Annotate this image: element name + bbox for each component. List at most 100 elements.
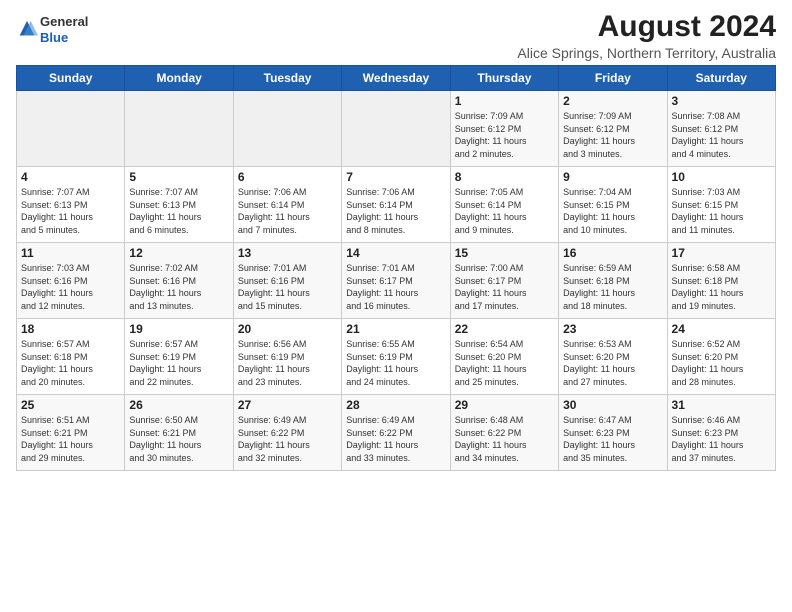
day-info: Sunrise: 6:49 AM Sunset: 6:22 PM Dayligh… [238, 414, 337, 464]
day-info: Sunrise: 7:07 AM Sunset: 6:13 PM Dayligh… [21, 186, 120, 236]
day-info: Sunrise: 7:01 AM Sunset: 6:16 PM Dayligh… [238, 262, 337, 312]
day-info: Sunrise: 7:06 AM Sunset: 6:14 PM Dayligh… [238, 186, 337, 236]
day-info: Sunrise: 7:01 AM Sunset: 6:17 PM Dayligh… [346, 262, 445, 312]
header: General Blue August 2024 Alice Springs, … [16, 10, 776, 61]
calendar-row: 18Sunrise: 6:57 AM Sunset: 6:18 PM Dayli… [17, 319, 776, 395]
header-cell-sunday: Sunday [17, 66, 125, 91]
calendar-cell: 25 Sunrise: 6:51 AM Sunset: 6:21 PM Dayli… [17, 395, 125, 471]
calendar-cell: 14 Sunrise: 7:01 AM Sunset: 6:17 PM Dayli… [342, 243, 450, 319]
calendar-cell: 9Sunrise: 7:04 AM Sunset: 6:15 PM Daylig… [559, 167, 667, 243]
header-cell-saturday: Saturday [667, 66, 775, 91]
calendar-table: SundayMondayTuesdayWednesdayThursdayFrid… [16, 65, 776, 471]
day-number: 14 [346, 246, 445, 260]
day-number: 19 [129, 322, 228, 336]
calendar-row: 25 Sunrise: 6:51 AM Sunset: 6:21 PM Dayli… [17, 395, 776, 471]
day-info: Sunrise: 7:00 AM Sunset: 6:17 PM Dayligh… [455, 262, 554, 312]
day-info: Sunrise: 6:46 AM Sunset: 6:23 PM Dayligh… [672, 414, 771, 464]
calendar-body: 1 Sunrise: 7:09 AM Sunset: 6:12 PM Daylig… [17, 91, 776, 471]
day-number: 1 [455, 94, 554, 108]
calendar-cell: 23 Sunrise: 6:53 AM Sunset: 6:20 PM Dayli… [559, 319, 667, 395]
day-info: Sunrise: 6:57 AM Sunset: 6:19 PM Dayligh… [129, 338, 228, 388]
calendar-cell: 19 Sunrise: 6:57 AM Sunset: 6:19 PM Dayli… [125, 319, 233, 395]
day-number: 23 [563, 322, 662, 336]
calendar-cell: 21Sunrise: 6:55 AM Sunset: 6:19 PM Dayli… [342, 319, 450, 395]
calendar-cell: 20 Sunrise: 6:56 AM Sunset: 6:19 PM Dayli… [233, 319, 341, 395]
day-number: 31 [672, 398, 771, 412]
day-number: 28 [346, 398, 445, 412]
day-number: 30 [563, 398, 662, 412]
calendar-header: SundayMondayTuesdayWednesdayThursdayFrid… [17, 66, 776, 91]
day-info: Sunrise: 6:53 AM Sunset: 6:20 PM Dayligh… [563, 338, 662, 388]
calendar-cell: 16 Sunrise: 6:59 AM Sunset: 6:18 PM Dayli… [559, 243, 667, 319]
calendar-cell: 11Sunrise: 7:03 AM Sunset: 6:16 PM Dayli… [17, 243, 125, 319]
calendar-cell: 31 Sunrise: 6:46 AM Sunset: 6:23 PM Dayli… [667, 395, 775, 471]
day-info: Sunrise: 7:07 AM Sunset: 6:13 PM Dayligh… [129, 186, 228, 236]
logo: General Blue [16, 14, 88, 45]
calendar-row: 11Sunrise: 7:03 AM Sunset: 6:16 PM Dayli… [17, 243, 776, 319]
day-info: Sunrise: 6:52 AM Sunset: 6:20 PM Dayligh… [672, 338, 771, 388]
calendar-cell: 8Sunrise: 7:05 AM Sunset: 6:14 PM Daylig… [450, 167, 558, 243]
calendar-cell: 7Sunrise: 7:06 AM Sunset: 6:14 PM Daylig… [342, 167, 450, 243]
calendar-cell [17, 91, 125, 167]
day-number: 25 [21, 398, 120, 412]
day-number: 10 [672, 170, 771, 184]
day-info: Sunrise: 6:48 AM Sunset: 6:22 PM Dayligh… [455, 414, 554, 464]
day-info: Sunrise: 7:03 AM Sunset: 6:16 PM Dayligh… [21, 262, 120, 312]
header-cell-wednesday: Wednesday [342, 66, 450, 91]
calendar-cell: 4Sunrise: 7:07 AM Sunset: 6:13 PM Daylig… [17, 167, 125, 243]
day-info: Sunrise: 6:49 AM Sunset: 6:22 PM Dayligh… [346, 414, 445, 464]
calendar-cell: 24 Sunrise: 6:52 AM Sunset: 6:20 PM Dayli… [667, 319, 775, 395]
calendar-cell: 18Sunrise: 6:57 AM Sunset: 6:18 PM Dayli… [17, 319, 125, 395]
calendar-cell: 3Sunrise: 7:08 AM Sunset: 6:12 PM Daylig… [667, 91, 775, 167]
day-number: 2 [563, 94, 662, 108]
day-info: Sunrise: 6:51 AM Sunset: 6:21 PM Dayligh… [21, 414, 120, 464]
day-number: 24 [672, 322, 771, 336]
header-cell-tuesday: Tuesday [233, 66, 341, 91]
day-number: 16 [563, 246, 662, 260]
day-number: 22 [455, 322, 554, 336]
day-number: 6 [238, 170, 337, 184]
calendar-cell [125, 91, 233, 167]
day-info: Sunrise: 7:09 AM Sunset: 6:12 PM Dayligh… [563, 110, 662, 160]
day-number: 27 [238, 398, 337, 412]
page: General Blue August 2024 Alice Springs, … [0, 0, 792, 479]
calendar-cell [342, 91, 450, 167]
day-info: Sunrise: 6:54 AM Sunset: 6:20 PM Dayligh… [455, 338, 554, 388]
calendar-cell: 10Sunrise: 7:03 AM Sunset: 6:15 PM Dayli… [667, 167, 775, 243]
day-number: 20 [238, 322, 337, 336]
calendar-cell: 13 Sunrise: 7:01 AM Sunset: 6:16 PM Dayli… [233, 243, 341, 319]
logo-text: General Blue [40, 14, 88, 45]
calendar-cell: 29Sunrise: 6:48 AM Sunset: 6:22 PM Dayli… [450, 395, 558, 471]
day-info: Sunrise: 7:08 AM Sunset: 6:12 PM Dayligh… [672, 110, 771, 160]
day-info: Sunrise: 6:59 AM Sunset: 6:18 PM Dayligh… [563, 262, 662, 312]
calendar-cell [233, 91, 341, 167]
calendar-row: 4Sunrise: 7:07 AM Sunset: 6:13 PM Daylig… [17, 167, 776, 243]
calendar-cell: 12Sunrise: 7:02 AM Sunset: 6:16 PM Dayli… [125, 243, 233, 319]
calendar-cell: 5Sunrise: 7:07 AM Sunset: 6:13 PM Daylig… [125, 167, 233, 243]
main-title: August 2024 [517, 10, 776, 43]
day-number: 9 [563, 170, 662, 184]
day-info: Sunrise: 7:09 AM Sunset: 6:12 PM Dayligh… [455, 110, 554, 160]
logo-general: General [40, 14, 88, 29]
day-info: Sunrise: 7:06 AM Sunset: 6:14 PM Dayligh… [346, 186, 445, 236]
calendar-cell: 1 Sunrise: 7:09 AM Sunset: 6:12 PM Daylig… [450, 91, 558, 167]
calendar-cell: 28 Sunrise: 6:49 AM Sunset: 6:22 PM Dayli… [342, 395, 450, 471]
day-info: Sunrise: 6:50 AM Sunset: 6:21 PM Dayligh… [129, 414, 228, 464]
subtitle: Alice Springs, Northern Territory, Austr… [517, 45, 776, 61]
logo-icon [16, 19, 38, 41]
calendar-cell: 26Sunrise: 6:50 AM Sunset: 6:21 PM Dayli… [125, 395, 233, 471]
day-info: Sunrise: 6:57 AM Sunset: 6:18 PM Dayligh… [21, 338, 120, 388]
day-info: Sunrise: 7:05 AM Sunset: 6:14 PM Dayligh… [455, 186, 554, 236]
calendar-row: 1 Sunrise: 7:09 AM Sunset: 6:12 PM Daylig… [17, 91, 776, 167]
calendar-cell: 22 Sunrise: 6:54 AM Sunset: 6:20 PM Dayli… [450, 319, 558, 395]
header-cell-monday: Monday [125, 66, 233, 91]
calendar-cell: 15Sunrise: 7:00 AM Sunset: 6:17 PM Dayli… [450, 243, 558, 319]
day-info: Sunrise: 6:47 AM Sunset: 6:23 PM Dayligh… [563, 414, 662, 464]
day-info: Sunrise: 6:56 AM Sunset: 6:19 PM Dayligh… [238, 338, 337, 388]
day-number: 13 [238, 246, 337, 260]
calendar-cell: 27 Sunrise: 6:49 AM Sunset: 6:22 PM Dayli… [233, 395, 341, 471]
logo-blue: Blue [40, 30, 68, 45]
day-info: Sunrise: 6:58 AM Sunset: 6:18 PM Dayligh… [672, 262, 771, 312]
calendar-cell: 17Sunrise: 6:58 AM Sunset: 6:18 PM Dayli… [667, 243, 775, 319]
day-number: 21 [346, 322, 445, 336]
